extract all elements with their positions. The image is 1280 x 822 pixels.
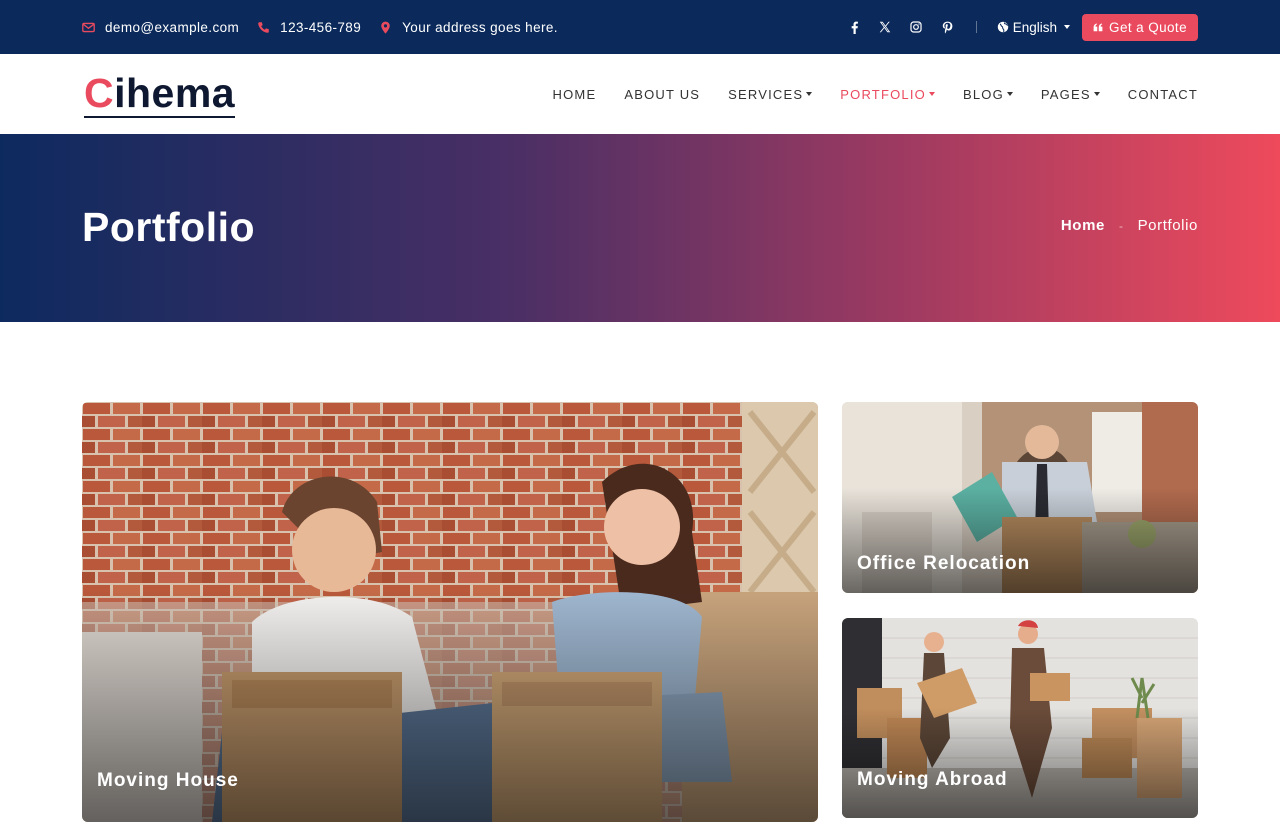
map-marker-icon — [381, 21, 390, 34]
portfolio-item-title: Moving House — [97, 770, 239, 791]
logo-rest: ihema — [114, 70, 236, 116]
portfolio-item-moving-abroad[interactable]: Moving Abroad — [842, 618, 1198, 818]
image-overlay — [842, 708, 1198, 818]
chevron-down-icon — [806, 92, 813, 96]
globe-icon — [997, 21, 1009, 33]
nav-item-about-us[interactable]: ABOUT US — [624, 87, 700, 102]
portfolio-item-title: Office Relocation — [857, 553, 1031, 574]
divider — [975, 21, 977, 33]
nav-item-pages[interactable]: PAGES — [1041, 87, 1100, 102]
instagram-icon[interactable] — [910, 21, 923, 34]
page-header-banner: Portfolio Home - Portfolio — [0, 134, 1280, 322]
nav-item-label: CONTACT — [1127, 86, 1198, 102]
image-overlay — [842, 487, 1198, 593]
social-links — [848, 21, 954, 34]
nav-item-label: HOME — [552, 86, 597, 102]
portfolio-item-title: Moving Abroad — [857, 769, 1008, 790]
nav-item-portfolio[interactable]: PORTFOLIO — [840, 87, 935, 102]
chevron-down-icon — [1093, 92, 1100, 96]
phone-icon — [258, 21, 269, 33]
nav-menu: HOME ABOUT US SERVICES PORTFOLIO BLOG PAGES CO… — [553, 54, 1198, 134]
page-title: Portfolio — [82, 204, 256, 250]
language-label: English — [1012, 19, 1058, 35]
x-twitter-icon[interactable] — [879, 21, 892, 34]
portfolio-item-office-relocation[interactable]: Office Relocation — [842, 402, 1198, 593]
email-link[interactable]: demo@example.com — [82, 20, 239, 35]
address-text: Your address goes here. — [402, 19, 558, 35]
get-quote-label: Get a Quote — [1109, 19, 1187, 35]
envelope-icon — [82, 22, 95, 32]
chevron-down-icon — [1064, 25, 1071, 29]
pinterest-icon[interactable] — [941, 21, 954, 34]
nav-item-label: PAGES — [1040, 86, 1091, 102]
chevron-down-icon — [928, 92, 935, 96]
facebook-icon[interactable] — [848, 21, 861, 34]
quote-icon — [1093, 22, 1103, 31]
phone-link[interactable]: 123-456-789 — [257, 20, 361, 35]
nav-item-label: PORTFOLIO — [840, 86, 926, 102]
top-bar: demo@example.com 123-456-789 Your addres… — [0, 0, 1280, 54]
logo[interactable]: Cihema — [84, 68, 236, 118]
phone-text: 123-456-789 — [280, 19, 362, 35]
nav-item-contact[interactable]: CONTACT — [1128, 87, 1198, 102]
nav-item-services[interactable]: SERVICES — [728, 86, 813, 102]
logo-initial: C — [84, 70, 115, 116]
main-navigation: Cihema HOME ABOUT US SERVICES PORTFOLIO BLOG… — [0, 54, 1280, 134]
address-info: Your address goes here. — [379, 20, 558, 35]
breadcrumb: Home - Portfolio — [1061, 217, 1198, 234]
email-text: demo@example.com — [105, 19, 240, 35]
language-selector[interactable]: English — [997, 19, 1071, 35]
get-quote-button[interactable]: Get a Quote — [1082, 13, 1198, 41]
nav-item-label: BLOG — [962, 86, 1004, 102]
breadcrumb-current: Portfolio — [1137, 217, 1198, 234]
chevron-down-icon — [1006, 92, 1013, 96]
portfolio-item-moving-house[interactable]: Moving House — [82, 402, 818, 822]
nav-item-label: SERVICES — [728, 86, 804, 102]
contact-info: demo@example.com 123-456-789 Your addres… — [82, 20, 562, 35]
nav-item-home[interactable]: HOME — [553, 87, 597, 102]
nav-item-label: ABOUT US — [624, 86, 701, 102]
nav-item-blog[interactable]: BLOG — [963, 87, 1013, 102]
breadcrumb-separator: - — [1118, 218, 1124, 233]
breadcrumb-home-link[interactable]: Home — [1061, 217, 1105, 234]
